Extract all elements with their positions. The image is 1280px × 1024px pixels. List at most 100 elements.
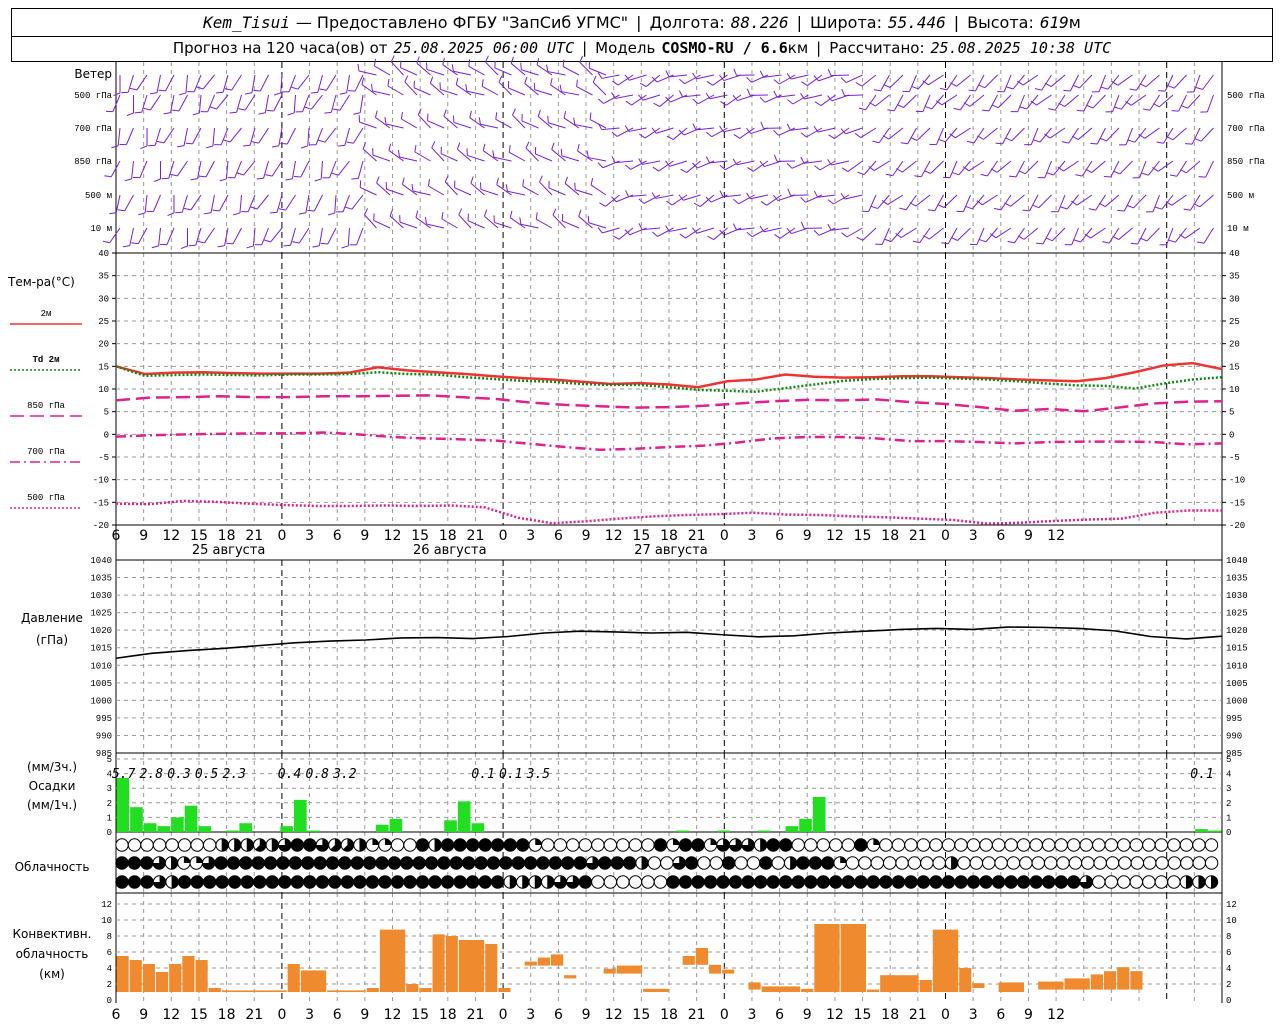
cloud-fill: [504, 838, 517, 852]
cloud-cover-symbol: [1204, 875, 1219, 889]
wind-barb-shaft: [1146, 227, 1160, 242]
cloud-circle: [1019, 856, 1033, 870]
wind-barb-flag: [287, 112, 295, 116]
wind-barb-shaft: [909, 74, 917, 92]
conv-y-tick-right: 6: [1226, 948, 1231, 958]
wind-barb-flag: [374, 110, 378, 118]
wind-barb-flag: [519, 217, 522, 225]
wind-barb-flag: [707, 235, 714, 241]
wind-barb-shaft: [602, 227, 620, 234]
cloud-cover-symbol: [979, 838, 993, 852]
wind-barb-shaft: [845, 74, 863, 84]
wind-barb-flag: [424, 216, 427, 225]
cloud-fill: [363, 856, 376, 870]
cloud-cover-symbol: [1054, 875, 1068, 889]
cloud-fill: [115, 856, 129, 870]
cloud-cover-symbol: [437, 856, 451, 870]
x-tick-label: 12: [605, 528, 623, 544]
cloud-circle: [879, 838, 893, 852]
wind-barb-shaft: [124, 194, 134, 211]
cloud-cover-symbol: [251, 856, 265, 870]
cloud-fill: [366, 875, 379, 889]
conv-bar: [1038, 981, 1064, 990]
cloud-fill: [710, 838, 717, 845]
wind-barb-shaft: [288, 74, 296, 92]
wind-barb-shaft: [374, 65, 391, 76]
wind-barb-flag: [887, 109, 895, 112]
cloud-cover-symbol: [202, 838, 217, 852]
wind-barb-flag: [551, 142, 555, 150]
temp-y-tick-left: 10: [98, 385, 109, 395]
wind-barb-flag: [109, 212, 117, 215]
precip-3h-total: 0.4: [278, 767, 301, 782]
wind-barb-shaft: [659, 94, 674, 107]
pressure-y-tick-right: 1030: [1226, 591, 1248, 601]
precip-bar: [389, 818, 403, 832]
wind-barb-flag: [953, 107, 961, 111]
cloud-cover-symbol: [1006, 856, 1021, 870]
cloud-cover-symbol: [672, 856, 686, 870]
wind-barb-shaft: [509, 217, 526, 229]
cloud-fill: [790, 856, 797, 870]
precip-3h-total: 0.3: [167, 767, 190, 782]
cloud-fill: [867, 875, 880, 889]
wind-barb-flag: [547, 115, 549, 123]
wind-level-label-right: 10 м: [1227, 224, 1249, 234]
wind-barb-flag: [131, 242, 139, 245]
wind-barb-flag: [624, 164, 631, 170]
wind-barb-shaft: [414, 151, 431, 162]
wind-barb-flag: [180, 245, 188, 250]
wind-barb-flag: [1045, 237, 1053, 242]
wind-barb-flag: [800, 132, 807, 138]
conv-bar: [524, 961, 537, 966]
cloud-fill: [535, 875, 542, 889]
wind-barb-flag: [639, 133, 646, 139]
wind-barb-flag: [597, 227, 603, 234]
wind-barb-shaft: [905, 194, 917, 211]
wind-title: Ветер: [74, 67, 112, 81]
cloud-cover-symbol: [561, 856, 575, 870]
wind-barb-shaft: [1108, 227, 1120, 244]
wind-barb-flag: [483, 209, 488, 217]
cloud-circle: [1154, 838, 1169, 852]
cloud-cover-symbol: [603, 875, 618, 889]
wind-barb-flag: [300, 145, 308, 149]
cloud-fill: [474, 856, 488, 870]
conv-y-tick-left: 12: [101, 900, 112, 910]
wind-barb-shaft: [358, 70, 377, 76]
wind-barb-flag: [129, 87, 138, 91]
cloud-cover-symbol: [190, 875, 204, 889]
wind-barb-flag: [411, 183, 414, 192]
cloud-cover-symbol: [641, 875, 655, 889]
cloud-cover-symbol: [904, 875, 918, 889]
cloud-cover-symbol: [1041, 838, 1056, 852]
precip-bar: [812, 796, 826, 832]
wind-barb-flag: [373, 59, 376, 67]
precip-3h-total: 0.8: [305, 767, 329, 782]
cloud-circle: [920, 856, 934, 870]
cloud-fill: [685, 856, 698, 870]
cloud-cover-symbol: [653, 875, 668, 889]
cloud-circle: [816, 838, 830, 852]
conv-y-tick-left: 10: [101, 916, 112, 926]
wind-barb-shaft: [873, 160, 890, 171]
temperature-panel: -20 -20 -15 -15 -10 -10 -5 -5 0 0 5 5 10 10 15 15 20 20 25…: [7, 249, 1245, 531]
cloud-cover-symbol: [1104, 838, 1118, 852]
cloud-fill: [967, 875, 980, 889]
cloud-cover-symbol: [678, 838, 693, 852]
wind-barb-shaft: [286, 127, 296, 145]
wind-barb-flag: [855, 82, 863, 87]
wind-barb-shaft: [469, 117, 485, 129]
wind-barb-flag: [773, 130, 779, 136]
conv-bar: [129, 960, 142, 992]
wind-barb-shaft: [495, 118, 512, 129]
wind-barb-flag: [1090, 142, 1098, 145]
cloud-cover-symbol: [190, 838, 204, 852]
cloud-cover-symbol: [215, 875, 229, 889]
wind-barb-flag: [746, 88, 751, 96]
wind-barb-flag: [760, 121, 764, 129]
cloud-fill: [372, 838, 379, 845]
cloud-cover-symbol: [453, 838, 467, 852]
wind-barb-flag: [814, 165, 821, 171]
conv-y-tick-right: 12: [1226, 900, 1237, 910]
